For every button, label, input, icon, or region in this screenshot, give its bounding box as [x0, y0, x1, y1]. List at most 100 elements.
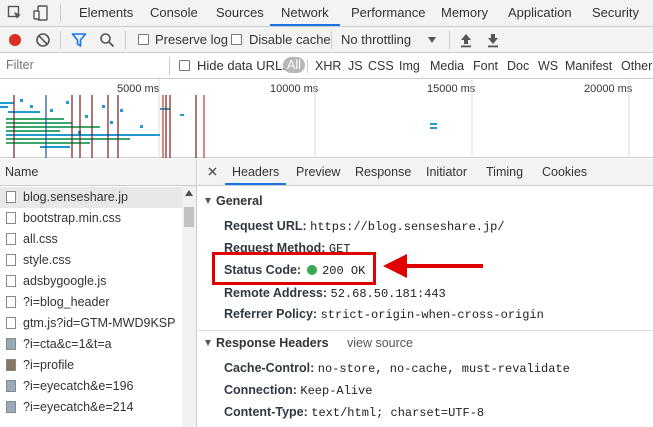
filter-input[interactable] — [2, 56, 170, 74]
filter-type-font[interactable]: Font — [473, 59, 498, 73]
filter-type-js[interactable]: JS — [348, 59, 363, 73]
disable-cache-checkbox[interactable] — [231, 34, 242, 45]
close-icon[interactable] — [208, 167, 217, 176]
header-key: Cache-Control: — [224, 361, 315, 375]
request-name: ?i=eyecatch&e=214 — [23, 400, 134, 414]
panel-tab-performance[interactable]: Performance — [351, 0, 425, 26]
panel-tab-network[interactable]: Network — [270, 0, 340, 26]
request-row[interactable]: gtm.js?id=GTM-MWD9KSP — [0, 313, 182, 334]
request-row[interactable]: all.css — [0, 229, 182, 250]
tab-timing[interactable]: Timing — [486, 159, 523, 185]
preserve-log-label: Preserve log — [155, 32, 228, 47]
hide-data-urls-checkbox[interactable] — [179, 60, 190, 71]
timeline-overview[interactable]: 5000 ms 10000 ms 15000 ms 20000 ms — [0, 79, 653, 158]
toolbar-divider — [60, 4, 61, 22]
chevron-down-icon[interactable] — [428, 37, 436, 43]
name-column-header[interactable]: Name — [0, 159, 196, 186]
clear-icon[interactable] — [35, 32, 51, 48]
header-value: Keep-Alive — [300, 384, 373, 398]
section-title: General — [216, 194, 263, 208]
request-row[interactable]: ?i=cta&c=1&t=a — [0, 334, 182, 355]
inspect-element-icon[interactable] — [7, 5, 23, 21]
header-key: Connection: — [224, 383, 297, 397]
request-name: all.css — [23, 232, 58, 246]
panel-tab-sources[interactable]: Sources — [216, 0, 264, 26]
request-name: ?i=cta&c=1&t=a — [23, 337, 112, 351]
header-key: Content-Type: — [224, 405, 308, 419]
content-type-row: Content-Type: text/html; charset=UTF-8 — [224, 405, 484, 420]
details-tabbar: Headers Preview Response Initiator Timin… — [198, 159, 653, 186]
request-name: ?i=profile — [23, 358, 75, 372]
devtools-panel-tabbar: Elements Console Sources Network Perform… — [0, 0, 653, 27]
section-divider — [198, 330, 653, 331]
request-row-selected[interactable]: blog.senseshare.jp — [0, 187, 182, 208]
search-icon[interactable] — [99, 32, 115, 48]
image-file-icon — [6, 338, 16, 350]
triangle-down-icon — [205, 340, 211, 346]
toolbar-divider — [169, 57, 170, 75]
triangle-down-icon — [205, 198, 211, 204]
filter-type-other[interactable]: Other — [621, 59, 652, 73]
toolbar-divider — [331, 31, 332, 49]
filter-type-xhr[interactable]: XHR — [315, 59, 341, 73]
export-har-icon[interactable] — [486, 32, 500, 48]
filter-type-css[interactable]: CSS — [368, 59, 394, 73]
tab-cookies[interactable]: Cookies — [542, 159, 587, 185]
filter-type-media[interactable]: Media — [430, 59, 464, 73]
request-row[interactable]: adsbygoogle.js — [0, 271, 182, 292]
arrow-annotation-icon — [383, 254, 483, 278]
device-toolbar-icon[interactable] — [33, 5, 49, 21]
timeline-waterfall-graph — [0, 79, 630, 158]
disable-cache-label: Disable cache — [249, 32, 331, 47]
header-value: 52.68.50.181:443 — [330, 287, 446, 301]
response-headers-section-header[interactable]: Response Headers view source — [198, 332, 653, 354]
tab-response[interactable]: Response — [355, 159, 411, 185]
header-value: strict-origin-when-cross-origin — [320, 308, 544, 322]
header-value: https://blog.senseshare.jp/ — [310, 220, 505, 234]
request-row[interactable]: ?i=eyecatch&e=196 — [0, 376, 182, 397]
image-file-icon — [6, 359, 16, 371]
panel-tab-console[interactable]: Console — [150, 0, 198, 26]
request-name: bootstrap.min.css — [23, 211, 121, 225]
header-key: Request URL: — [224, 219, 307, 233]
header-key: Remote Address: — [224, 286, 328, 300]
throttling-select[interactable]: No throttling — [341, 32, 411, 47]
request-list-scrollbar[interactable] — [182, 186, 196, 427]
preserve-log-checkbox[interactable] — [138, 34, 149, 45]
header-key: Referrer Policy: — [224, 307, 318, 321]
tab-initiator[interactable]: Initiator — [426, 159, 467, 185]
tab-preview[interactable]: Preview — [296, 159, 340, 185]
request-row[interactable]: ?i=blog_header — [0, 292, 182, 313]
filter-type-img[interactable]: Img — [399, 59, 420, 73]
filter-type-all[interactable]: All — [283, 57, 305, 73]
tab-headers[interactable]: Headers — [225, 159, 287, 185]
panel-tab-security[interactable]: Security — [592, 0, 639, 26]
import-har-icon[interactable] — [459, 32, 473, 48]
request-row[interactable]: style.css — [0, 250, 182, 271]
document-file-icon — [6, 212, 16, 224]
filter-icon[interactable] — [71, 32, 87, 48]
document-file-icon — [6, 233, 16, 245]
filter-type-manifest[interactable]: Manifest — [565, 59, 612, 73]
document-file-icon — [6, 254, 16, 266]
document-file-icon — [6, 275, 16, 287]
panel-tab-elements[interactable]: Elements — [79, 0, 133, 26]
panel-tab-memory[interactable]: Memory — [441, 0, 488, 26]
record-icon[interactable] — [7, 32, 23, 48]
general-section-header[interactable]: General — [198, 190, 653, 212]
document-file-icon — [6, 191, 16, 203]
filter-type-doc[interactable]: Doc — [507, 59, 529, 73]
panel-tab-application[interactable]: Application — [508, 0, 572, 26]
request-row[interactable]: ?i=profile — [0, 355, 182, 376]
request-row[interactable]: bootstrap.min.css — [0, 208, 182, 229]
referrer-policy-row: Referrer Policy: strict-origin-when-cros… — [224, 307, 544, 322]
scrollbar-thumb[interactable] — [184, 207, 194, 227]
toolbar-divider — [449, 31, 450, 49]
filter-type-ws[interactable]: WS — [538, 59, 558, 73]
image-file-icon — [6, 401, 16, 413]
scroll-up-arrow-icon[interactable] — [185, 190, 193, 196]
document-file-icon — [6, 296, 16, 308]
request-row[interactable]: ?i=eyecatch&e=214 — [0, 397, 182, 418]
document-file-icon — [6, 317, 16, 329]
view-source-link[interactable]: view source — [347, 332, 413, 354]
